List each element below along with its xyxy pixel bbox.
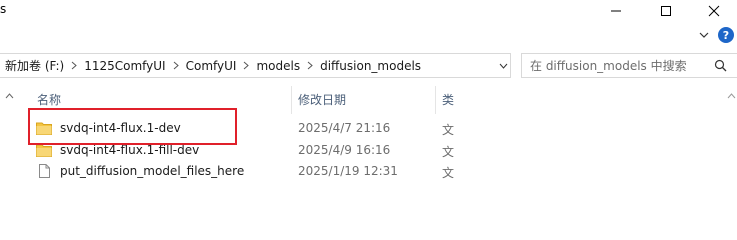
- file-type: 文: [442, 166, 455, 180]
- column-header-name[interactable]: 名称: [37, 91, 61, 108]
- address-bar[interactable]: 新加卷 (F:) 1125ComfyUI ComfyUI models diff…: [0, 53, 511, 78]
- breadcrumb-separator[interactable]: [238, 54, 254, 77]
- file-type: 文: [442, 123, 455, 137]
- chevron-right-icon: [307, 61, 313, 70]
- file-date: 2025/1/19 12:31: [298, 164, 398, 178]
- column-divider[interactable]: [435, 86, 436, 114]
- breadcrumb-models[interactable]: models: [254, 59, 302, 73]
- chevron-up-icon: [5, 93, 14, 99]
- minimize-button[interactable]: [593, 0, 639, 22]
- chevron-right-icon: [244, 61, 250, 70]
- column-header-date[interactable]: 修改日期: [298, 91, 346, 108]
- column-divider[interactable]: [291, 86, 292, 114]
- chevron-right-icon: [173, 61, 179, 70]
- highlight-annotation: [28, 108, 237, 145]
- chevron-down-icon: [699, 32, 709, 38]
- search-box[interactable]: [521, 53, 737, 78]
- chevron-right-icon: [71, 61, 77, 70]
- chevron-down-icon: [499, 63, 507, 69]
- help-button[interactable]: ?: [718, 27, 734, 43]
- breadcrumb-separator[interactable]: [168, 54, 184, 77]
- breadcrumb-comfyui[interactable]: ComfyUI: [184, 59, 239, 73]
- file-icon: [39, 164, 50, 178]
- folder-icon: [36, 144, 52, 157]
- breadcrumb-drive[interactable]: 新加卷 (F:): [0, 57, 66, 74]
- address-dropdown-button[interactable]: [494, 54, 512, 77]
- window-title: s: [0, 2, 7, 16]
- search-icon: [714, 59, 727, 72]
- breadcrumb-separator[interactable]: [302, 54, 318, 77]
- chevron-up-icon: [727, 93, 736, 99]
- breadcrumb-separator[interactable]: [66, 54, 82, 77]
- ribbon: [0, 22, 737, 48]
- close-icon: [708, 5, 720, 17]
- file-type: 文: [442, 145, 455, 159]
- file-name: put_diffusion_model_files_here: [60, 164, 245, 178]
- file-date: 2025/4/7 21:16: [298, 121, 391, 135]
- help-icon: ?: [722, 28, 730, 42]
- scroll-up-button[interactable]: [727, 88, 736, 102]
- breadcrumb-1125comfyui[interactable]: 1125ComfyUI: [82, 59, 167, 73]
- column-header-type[interactable]: 类: [442, 91, 454, 108]
- search-input[interactable]: [522, 58, 710, 73]
- close-button[interactable]: [691, 0, 737, 22]
- maximize-button[interactable]: [643, 0, 689, 22]
- nav-pane-toggle[interactable]: [5, 88, 14, 102]
- file-date: 2025/4/9 16:16: [298, 143, 391, 157]
- minimize-icon: [611, 10, 621, 12]
- file-name: svdq-int4-flux.1-fill-dev: [60, 143, 200, 157]
- maximize-icon: [661, 6, 671, 16]
- breadcrumb-diffusion-models[interactable]: diffusion_models: [318, 59, 423, 73]
- expand-ribbon-button[interactable]: [696, 27, 712, 43]
